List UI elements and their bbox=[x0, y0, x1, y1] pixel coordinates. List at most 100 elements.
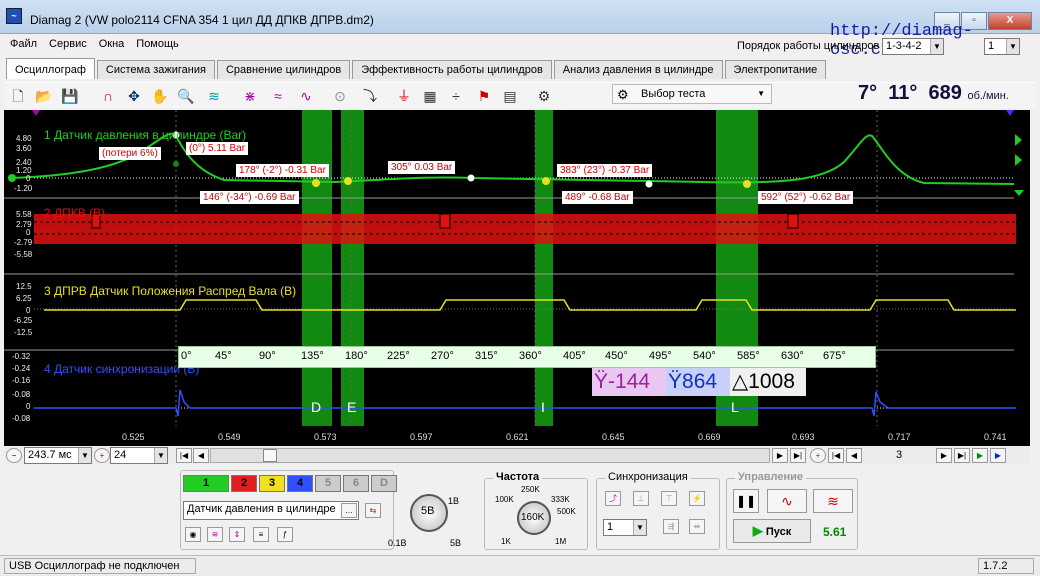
frame-next-icon[interactable]: ▶ bbox=[936, 448, 952, 463]
function-icon[interactable]: ƒ bbox=[277, 527, 293, 542]
sine-icon[interactable]: ∿ bbox=[767, 489, 807, 513]
time-tick: 0.573 bbox=[314, 432, 337, 442]
channel-6-button[interactable]: 6 bbox=[343, 475, 369, 492]
version-label: 1.7.2 bbox=[978, 558, 1034, 574]
first-page-icon[interactable]: |◀ bbox=[176, 448, 192, 463]
stack-icon[interactable]: ≋ bbox=[204, 86, 224, 106]
more-icon[interactable]: … bbox=[341, 503, 357, 518]
cylinder-order-select[interactable]: 1-3-4-2 ▼ bbox=[882, 38, 944, 55]
volt-knob[interactable]: 5В bbox=[410, 494, 448, 532]
menu-windows[interactable]: Окна bbox=[99, 38, 125, 56]
tab-cylinder-compare[interactable]: Сравнение цилиндров bbox=[216, 60, 351, 79]
zoom-icon[interactable]: 🔍 bbox=[176, 86, 196, 106]
cursor-delta-value: 1008 bbox=[748, 370, 795, 393]
cursor-b-readout[interactable]: Ϋ864 bbox=[666, 368, 730, 396]
channel-4-button[interactable]: 4 bbox=[287, 475, 313, 492]
auto-sync-icon[interactable]: ⚡ bbox=[689, 491, 705, 506]
sync-split-icon[interactable]: ⇹ bbox=[689, 519, 705, 534]
channel-1-label[interactable]: 1 Датчик давления в цилиндре (Bar) bbox=[44, 128, 246, 142]
sync-zone-e bbox=[341, 110, 364, 426]
last-page-icon[interactable]: ▶| bbox=[790, 448, 806, 463]
angle-ruler[interactable]: 0° 45° 90° 135° 180° 225° 270° 315° 360°… bbox=[178, 346, 876, 368]
sync-zone-i bbox=[535, 110, 553, 426]
eye-icon[interactable]: ◉ bbox=[185, 527, 201, 542]
scroll-track[interactable] bbox=[210, 448, 770, 463]
pause-icon[interactable]: ❚❚ bbox=[733, 489, 759, 513]
add-icon[interactable]: + bbox=[810, 448, 826, 463]
menu-service[interactable]: Сервис bbox=[49, 38, 87, 56]
annotation-383: 383° (23°) -0.37 Bar bbox=[557, 164, 653, 177]
channel-name-input[interactable]: Датчик давления в цилиндре bbox=[183, 501, 359, 520]
zoom-out-icon[interactable]: − bbox=[6, 448, 22, 463]
open-folder-icon[interactable]: 📂 bbox=[34, 86, 54, 106]
tab-power[interactable]: Электропитание bbox=[724, 60, 827, 79]
ruler-label: 135° bbox=[301, 350, 324, 362]
sync-channel-select[interactable]: 1 ▼ bbox=[603, 519, 647, 536]
play-icon[interactable]: ▶ bbox=[972, 448, 988, 463]
zoom-select[interactable]: 24 ▼ bbox=[110, 447, 168, 464]
noise-icon[interactable]: ≋ bbox=[813, 489, 853, 513]
auto-icon[interactable]: ⊙ bbox=[330, 86, 350, 106]
menu-help[interactable]: Помощь bbox=[136, 38, 179, 56]
ch2-tick: 0 bbox=[26, 228, 31, 237]
channel-4-label[interactable]: 4 Датчик синхронизации (В) bbox=[44, 362, 199, 376]
frame-number: 3 bbox=[895, 449, 903, 461]
new-file-icon[interactable]: 🗋 bbox=[8, 86, 28, 106]
channel-2-button[interactable]: 2 bbox=[231, 475, 257, 492]
zero-icon[interactable]: ⤵ bbox=[360, 86, 380, 106]
frame-prev-icon[interactable]: ◀ bbox=[846, 448, 862, 463]
next-icon[interactable]: ▶ bbox=[772, 448, 788, 463]
lines-icon[interactable]: ≡ bbox=[253, 527, 269, 542]
channel-5-button[interactable]: 5 bbox=[315, 475, 341, 492]
auto-settings-icon[interactable]: ⚙ bbox=[534, 86, 554, 106]
frequency-knob[interactable]: 160K bbox=[517, 501, 551, 535]
channel-3-label[interactable]: 3 ДПРВ Датчик Положения Распред Вала (В) bbox=[44, 284, 296, 298]
ch3-tick: 0 bbox=[26, 306, 31, 315]
channel-d-button[interactable]: D bbox=[371, 475, 397, 492]
test-select-label: Выбор теста bbox=[641, 88, 706, 100]
filter-icon[interactable]: ⏚ bbox=[394, 86, 414, 106]
export-icon[interactable]: ⇆ bbox=[365, 503, 381, 518]
grid-icon[interactable]: ▦ bbox=[420, 86, 440, 106]
ruler-label: 90° bbox=[259, 350, 276, 362]
scroll-thumb[interactable] bbox=[263, 449, 277, 462]
rising-edge-icon[interactable]: ⤴ bbox=[605, 491, 621, 506]
test-select[interactable]: ⚙ Выбор теста ▼ bbox=[612, 84, 772, 104]
play-fast-icon[interactable]: ▶ bbox=[990, 448, 1006, 463]
frame-last-icon[interactable]: ▶| bbox=[954, 448, 970, 463]
channel-1-button[interactable]: 1 bbox=[183, 475, 229, 492]
vertical-icon[interactable]: ⇕ bbox=[229, 527, 245, 542]
tab-efficiency[interactable]: Эффективность работы цилиндров bbox=[352, 60, 552, 79]
pulse-down-icon[interactable]: ⊤ bbox=[661, 491, 677, 506]
chevron-down-icon: ▼ bbox=[757, 89, 765, 98]
tab-oscilloscope[interactable]: Осциллограф bbox=[6, 58, 95, 79]
tab-pressure-analysis[interactable]: Анализ давления в цилиндре bbox=[553, 60, 723, 79]
wave-alt-icon[interactable]: ∿ bbox=[296, 86, 316, 106]
divider-icon[interactable]: ÷ bbox=[446, 86, 466, 106]
ch3-tick: -12.5 bbox=[14, 328, 33, 337]
move-icon[interactable]: ✥ bbox=[124, 86, 144, 106]
pulse-up-icon[interactable]: ⊥ bbox=[633, 491, 649, 506]
time-scale-select[interactable]: 243.7 мс ▼ bbox=[24, 447, 92, 464]
prev-icon[interactable]: ◀ bbox=[193, 448, 209, 463]
flag-icon[interactable]: ⚑ bbox=[474, 86, 494, 106]
note-icon[interactable]: ▤ bbox=[500, 86, 520, 106]
sync-arrows-icon[interactable]: ⇶ bbox=[663, 519, 679, 534]
frame-first-icon[interactable]: |◀ bbox=[828, 448, 844, 463]
cursor-a-readout[interactable]: Ϋ-144 bbox=[592, 368, 666, 396]
save-icon[interactable]: 💾 bbox=[60, 86, 80, 106]
oscilloscope-display[interactable]: 1 Датчик давления в цилиндре (Bar) 2 ДПК… bbox=[4, 110, 1030, 446]
menu-file[interactable]: Файл bbox=[10, 38, 37, 56]
channel-2-label[interactable]: 2 ДПКВ (В) bbox=[44, 206, 105, 220]
channel-3-button[interactable]: 3 bbox=[259, 475, 285, 492]
wave-icon[interactable]: ≈ bbox=[268, 86, 288, 106]
time-tick: 0.549 bbox=[218, 432, 241, 442]
cylinder-select[interactable]: 1 ▼ bbox=[984, 38, 1020, 55]
zoom-in-icon[interactable]: + bbox=[94, 448, 110, 463]
spark-icon[interactable]: ⋇ bbox=[240, 86, 260, 106]
invert-icon[interactable]: ≋ bbox=[207, 527, 223, 542]
hand-icon[interactable]: ✋ bbox=[150, 86, 170, 106]
tab-ignition[interactable]: Система зажигания bbox=[96, 60, 215, 79]
start-button[interactable]: ▶ Пуск bbox=[733, 519, 811, 543]
headphones-icon[interactable]: ∩ bbox=[98, 86, 118, 106]
